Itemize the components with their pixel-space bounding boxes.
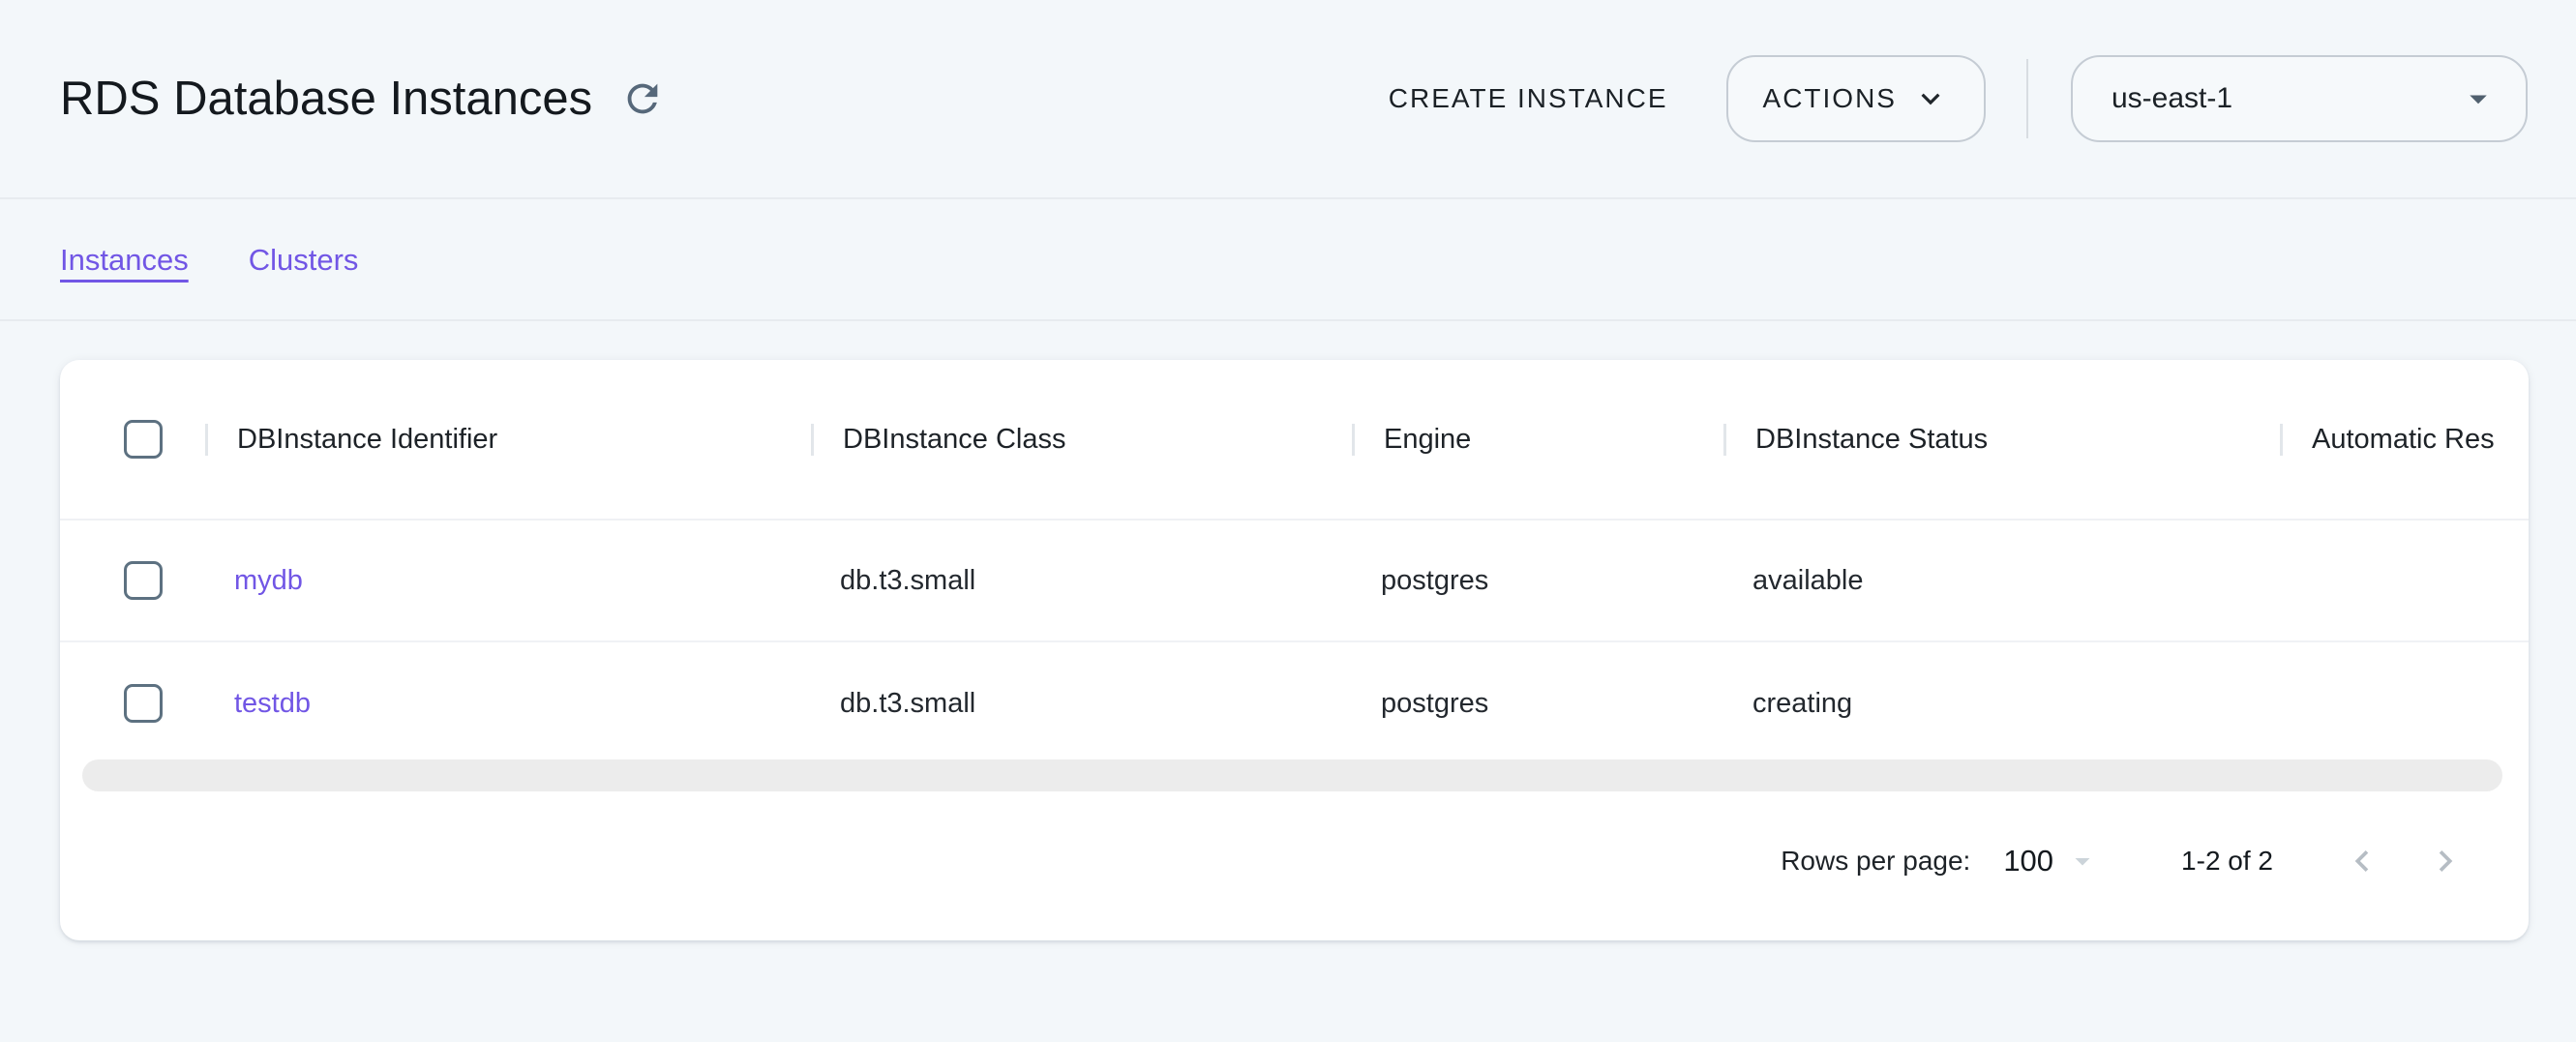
select-all-checkbox[interactable] <box>124 420 163 459</box>
pagination-range-label: 1-2 of 2 <box>2181 846 2273 877</box>
column-separator <box>1723 424 1726 456</box>
row-checkbox-cell <box>60 561 205 600</box>
cell-class: db.t3.small <box>811 565 1352 597</box>
tab-instances[interactable]: Instances <box>60 243 189 278</box>
header-checkbox-cell <box>60 420 205 459</box>
next-page-button[interactable] <box>2418 834 2472 888</box>
column-separator <box>205 424 208 456</box>
tab-bar: Instances Clusters <box>0 201 2576 321</box>
header-divider <box>2026 59 2028 138</box>
pagination-bar: Rows per page: 100 1-2 of 2 <box>1781 832 2472 890</box>
column-header-automatic-restore: Automatic Res <box>2280 424 2529 456</box>
row-checkbox[interactable] <box>124 684 163 723</box>
column-separator <box>811 424 814 456</box>
previous-page-button[interactable] <box>2335 834 2389 888</box>
column-separator <box>1352 424 1355 456</box>
triangle-down-icon[interactable] <box>2065 844 2100 878</box>
create-instance-button[interactable]: CREATE INSTANCE <box>1381 74 1676 124</box>
row-checkbox-cell <box>60 684 205 723</box>
column-header-class: DBInstance Class <box>811 424 1352 456</box>
column-header-identifier: DBInstance Identifier <box>205 424 811 456</box>
horizontal-scrollbar-thumb[interactable] <box>82 759 2502 791</box>
table-row: testdb db.t3.small postgres creating <box>60 642 2529 764</box>
cell-class: db.t3.small <box>811 688 1352 720</box>
row-checkbox[interactable] <box>124 561 163 600</box>
column-header-status: DBInstance Status <box>1723 424 2280 456</box>
actions-dropdown-button[interactable]: ACTIONS <box>1726 55 1986 142</box>
refresh-button[interactable] <box>617 74 668 124</box>
actions-dropdown-label: ACTIONS <box>1763 83 1897 114</box>
instances-table-card: DBInstance Identifier DBInstance Class E… <box>60 360 2529 940</box>
chevron-right-icon <box>2424 840 2467 882</box>
table-row: mydb db.t3.small postgres available <box>60 521 2529 642</box>
cell-engine: postgres <box>1352 565 1723 597</box>
cell-status: creating <box>1723 688 2280 720</box>
column-header-engine: Engine <box>1352 424 1723 456</box>
refresh-icon <box>620 76 665 121</box>
page-title: RDS Database Instances <box>60 72 592 126</box>
column-separator <box>2280 424 2283 456</box>
cell-engine: postgres <box>1352 688 1723 720</box>
region-select[interactable]: us-east-1 <box>2071 55 2528 142</box>
rds-instances-page: RDS Database Instances CREATE INSTANCE A… <box>0 0 2576 1042</box>
rows-per-page-select[interactable]: 100 <box>2003 844 2053 878</box>
rows-per-page-label: Rows per page: <box>1781 846 1970 877</box>
instance-link-mydb[interactable]: mydb <box>234 565 303 596</box>
instance-link-testdb[interactable]: testdb <box>234 688 311 719</box>
chevron-left-icon <box>2341 840 2383 882</box>
header-actions: CREATE INSTANCE ACTIONS us-east-1 <box>1381 55 2528 142</box>
cell-status: available <box>1723 565 2280 597</box>
triangle-down-icon <box>2458 78 2499 119</box>
chevron-down-icon <box>1912 80 1949 117</box>
page-header: RDS Database Instances CREATE INSTANCE A… <box>0 0 2576 199</box>
tab-clusters[interactable]: Clusters <box>249 243 359 278</box>
region-select-value: us-east-1 <box>2112 82 2458 115</box>
table-header-row: DBInstance Identifier DBInstance Class E… <box>60 360 2529 521</box>
